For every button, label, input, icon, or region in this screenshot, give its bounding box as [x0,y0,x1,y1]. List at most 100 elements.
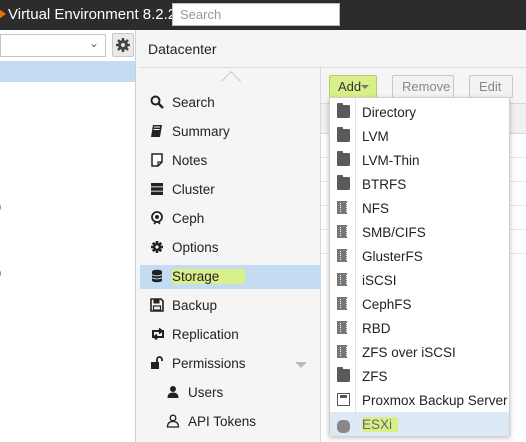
menu-item-iscsi[interactable]: iSCSI [330,268,509,292]
nav-item-replication[interactable]: Replication [140,323,321,347]
chevron-down-icon [361,85,369,89]
nav-item-storage[interactable]: Storage [140,265,321,289]
chevron-down-icon: ⌄ [88,36,99,50]
building-icon [337,297,347,310]
content-header: Datacenter [140,30,526,68]
folder-icon [337,127,350,142]
menu-item-label: BTRFS [362,177,407,192]
add-button-label: Add [338,79,362,94]
add-storage-button[interactable]: Add [329,75,377,98]
collapse-arrow-icon[interactable] [295,362,307,368]
nav-item-api-tokens[interactable]: API Tokens [140,410,321,434]
menu-item-rbd[interactable]: RBD [330,316,509,340]
resource-tree-panel: ⌄ ) ) [0,30,136,442]
edit-button[interactable]: Edit [469,75,513,98]
user-icon [166,385,180,399]
remove-button[interactable]: Remove [392,75,454,98]
search-icon [150,95,164,109]
note-icon [150,153,164,167]
top-bar: Virtual Environment 8.2.2 Search [0,0,526,30]
folder-icon [337,103,350,118]
tree-item-fragment[interactable]: ) [0,199,1,214]
menu-item-lvm[interactable]: LVM [330,124,509,148]
menu-item-label: iSCSI [362,273,397,288]
menu-item-label: ZFS over iSCSI [362,345,456,360]
menu-item-smb-cifs[interactable]: SMB/CIFS [330,220,509,244]
menu-item-nfs[interactable]: NFS [330,196,509,220]
proxmox-logo-icon [0,9,6,19]
page-title: Datacenter [148,41,217,57]
building-icon [337,249,347,262]
nav-item-permissions[interactable]: Permissions [140,352,321,376]
menu-item-label: SMB/CIFS [362,225,426,240]
tree-item-fragment[interactable]: ) [0,265,1,280]
floppy-icon [337,393,350,406]
building-icon [337,201,347,214]
building-icon [337,273,347,286]
menu-item-zfs[interactable]: ZFS [330,364,509,388]
menu-item-label: LVM-Thin [362,153,420,168]
menu-item-label: ZFS [362,369,388,384]
nav-item-cluster[interactable]: Cluster [140,178,321,202]
folder-icon [337,151,350,166]
nav-item-label: Options [172,240,219,255]
nav-item-options[interactable]: Options [140,236,321,260]
building-icon [337,225,347,238]
menu-item-label: NFS [362,201,389,216]
nav-item-search[interactable]: Search [140,91,321,115]
folder-icon [337,367,350,382]
menu-item-label: LVM [362,129,389,144]
view-selector[interactable]: ⌄ [0,34,106,57]
nav-item-backup[interactable]: Backup [140,294,321,318]
nav-item-label: Ceph [172,211,205,226]
nav-item-label: Storage [172,269,246,284]
nav-item-label: Notes [172,153,208,168]
database-icon [150,269,164,283]
datacenter-nav: Search Summary Notes Cluster Ceph Option… [140,68,321,442]
menu-item-label: Proxmox Backup Server [362,393,508,408]
nav-item-label: Cluster [172,182,215,197]
nav-item-ceph[interactable]: Ceph [140,207,321,231]
menu-item-label: ESXi [362,417,399,432]
menu-item-label: GlusterFS [362,249,423,264]
nav-item-label: Users [188,385,224,400]
search-input[interactable]: Search [172,3,340,26]
nav-item-notes[interactable]: Notes [140,149,321,173]
menu-item-label: RBD [362,321,391,336]
scroll-up-icon[interactable] [221,71,241,91]
user-outline-icon [166,414,180,428]
tree-settings-button[interactable] [112,33,134,57]
cloud-download-icon [337,420,350,433]
add-storage-menu: Directory LVM LVM-Thin BTRFS NFS SMB/CIF… [329,97,510,437]
gear-icon [150,240,164,254]
unlock-icon [150,356,164,370]
menu-item-lvm-thin[interactable]: LVM-Thin [330,148,509,172]
nav-item-label: Permissions [172,356,246,371]
menu-item-label: CephFS [362,297,412,312]
nav-item-users[interactable]: Users [140,381,321,405]
building-icon [337,345,347,358]
folder-icon [337,175,350,190]
nav-item-label: Replication [172,327,239,342]
nav-item-label: Summary [172,124,230,139]
menu-item-btrfs[interactable]: BTRFS [330,172,509,196]
menu-item-proxmox-backup-server[interactable]: Proxmox Backup Server [330,388,509,412]
building-icon [337,321,347,334]
menu-item-cephfs[interactable]: CephFS [330,292,509,316]
menu-item-esxi[interactable]: ESXi [330,412,509,436]
gear-icon [116,38,130,52]
nav-item-label: Search [172,95,215,110]
menu-item-label: Directory [362,105,417,120]
app-title: Virtual Environment 8.2.2 [8,6,177,23]
nav-item-summary[interactable]: Summary [140,120,321,144]
tree-item-datacenter[interactable] [0,61,135,82]
nav-item-label: API Tokens [188,414,257,429]
ceph-icon [150,211,164,225]
menu-item-zfs-over-iscsi[interactable]: ZFS over iSCSI [330,340,509,364]
server-icon [150,182,164,196]
retweet-icon [150,327,164,341]
menu-item-glusterfs[interactable]: GlusterFS [330,244,509,268]
book-icon [150,124,164,138]
nav-item-label: Backup [172,298,218,313]
menu-item-directory[interactable]: Directory [330,100,509,124]
